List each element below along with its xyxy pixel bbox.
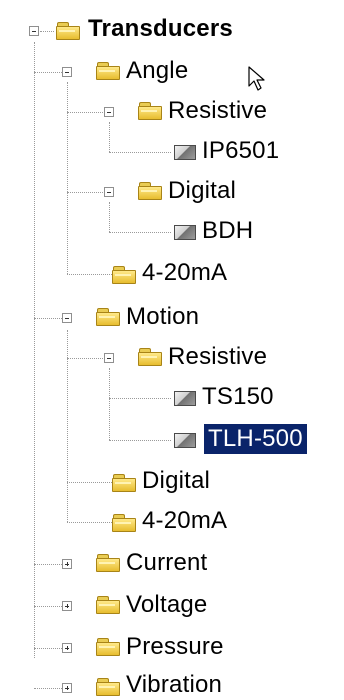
tree-connector [67,274,112,275]
tree-node-pressure[interactable]: Pressure [122,632,228,662]
folder-icon [96,554,120,572]
folder-icon [96,308,120,326]
expand-toggle-vibration[interactable] [62,683,72,693]
folder-icon [96,62,120,80]
tree-connector [34,42,35,658]
tree-connector [109,122,110,152]
transducer-icon [174,225,196,240]
folder-icon [56,22,80,40]
collapse-toggle-angle[interactable] [62,67,72,77]
collapse-toggle-transducers[interactable] [29,26,39,36]
tree-node-ip6501[interactable]: IP6501 [198,136,283,166]
tree-connector [67,192,103,193]
tree-node-bdh[interactable]: BDH [198,216,257,246]
mouse-pointer-icon [248,66,265,91]
transducer-icon [174,145,196,160]
tree-node-voltage[interactable]: Voltage [122,590,211,620]
collapse-toggle-angle-resistive[interactable] [104,107,114,117]
tree-connector [34,72,62,73]
tree-connector [67,358,103,359]
tree-node-motion[interactable]: Motion [122,302,203,332]
tree-node-tlh-500[interactable]: TLH-500 [204,424,307,454]
tree-connector [34,318,62,319]
collapse-toggle-motion-resistive[interactable] [104,353,114,363]
expand-toggle-current[interactable] [62,559,72,569]
tree-connector [67,522,112,523]
tree-connector [34,564,62,565]
expand-toggle-voltage[interactable] [62,601,72,611]
tree-node-motion-digital[interactable]: Digital [138,466,214,496]
tree-connector [34,648,62,649]
collapse-toggle-angle-digital[interactable] [104,187,114,197]
tree-connector [109,398,171,399]
tree-connector [67,482,112,483]
tree-connector [34,606,62,607]
folder-icon [112,514,136,532]
tree-connector [109,440,171,441]
tree-connector [67,82,68,274]
tree-connector [40,31,54,32]
tree-connector [109,152,171,153]
tree-node-current[interactable]: Current [122,548,211,578]
folder-icon [96,678,120,696]
tree-node-angle-resistive[interactable]: Resistive [164,96,271,126]
collapse-toggle-motion[interactable] [62,313,72,323]
tree-connector [109,368,110,440]
tree-node-motion-4-20ma[interactable]: 4-20mA [138,506,231,536]
transducer-tree-view[interactable]: Transducers Angle Resistive IP6501 Digit… [0,0,344,699]
folder-icon [96,638,120,656]
tree-connector [109,202,110,232]
folder-icon [112,474,136,492]
tree-node-angle[interactable]: Angle [122,56,192,86]
tree-node-ts150[interactable]: TS150 [198,382,278,412]
tree-connector [109,232,171,233]
tree-node-angle-digital[interactable]: Digital [164,176,240,206]
tree-node-motion-resistive[interactable]: Resistive [164,342,271,372]
folder-icon [138,102,162,120]
folder-icon [112,266,136,284]
folder-icon [96,596,120,614]
tree-connector [67,112,103,113]
folder-icon [138,182,162,200]
transducer-icon [174,433,196,448]
tree-connector [34,688,62,689]
folder-icon [138,348,162,366]
tree-node-transducers[interactable]: Transducers [84,14,237,44]
expand-toggle-pressure[interactable] [62,643,72,653]
tree-node-angle-4-20ma[interactable]: 4-20mA [138,258,231,288]
tree-node-vibration[interactable]: Vibration [122,670,226,700]
transducer-icon [174,391,196,406]
